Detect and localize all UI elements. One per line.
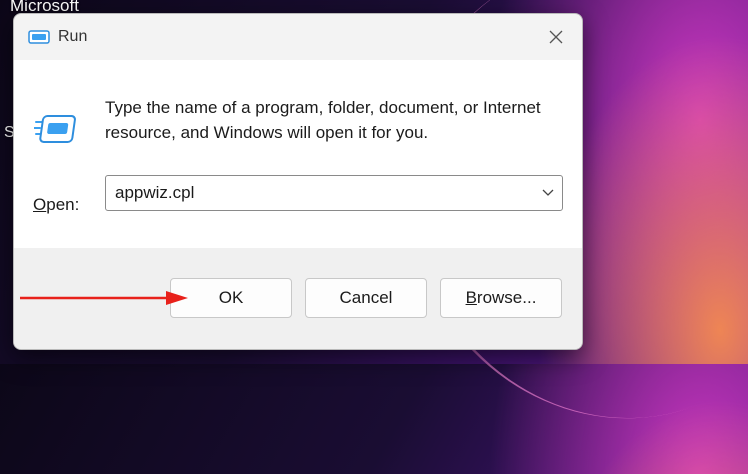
dialog-body: Type the name of a program, folder, docu…: [14, 60, 582, 248]
cancel-button[interactable]: Cancel: [305, 278, 427, 318]
chevron-down-icon: [542, 189, 554, 196]
open-combobox[interactable]: appwiz.cpl: [105, 175, 563, 211]
open-label: Open:: [33, 195, 79, 215]
open-label-accelerator: O: [33, 195, 47, 214]
dialog-description: Type the name of a program, folder, docu…: [105, 98, 541, 142]
browse-accelerator: B: [465, 288, 477, 307]
browse-label-rest: rowse...: [476, 288, 537, 307]
open-label-text: pen:: [46, 195, 80, 214]
dropdown-button[interactable]: [534, 176, 562, 210]
open-input[interactable]: appwiz.cpl: [115, 183, 534, 203]
close-button[interactable]: [540, 22, 572, 52]
annotation-arrow: [20, 291, 188, 305]
close-icon: [549, 30, 563, 44]
title-bar[interactable]: Run: [14, 14, 582, 60]
window-title: Run: [58, 28, 88, 45]
run-icon: [28, 30, 50, 44]
run-icon: [34, 115, 76, 143]
browse-button[interactable]: Browse...: [440, 278, 562, 318]
